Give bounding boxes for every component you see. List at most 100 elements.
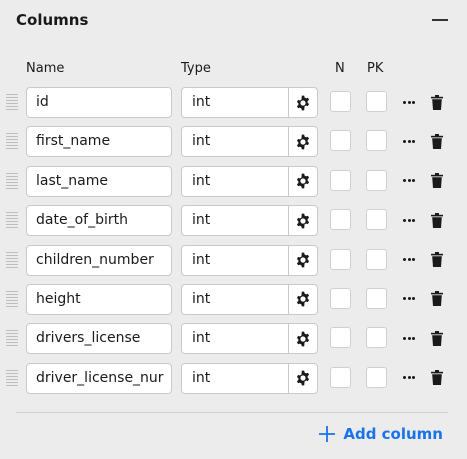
column-name-input[interactable]: last_name: [26, 165, 172, 197]
column-name-input[interactable]: date_of_birth: [26, 205, 172, 237]
column-row: drivers_license int: [0, 323, 467, 355]
delete-column-button[interactable]: [428, 171, 446, 191]
column-name-input[interactable]: id: [26, 87, 172, 118]
column-type-field: int: [181, 165, 318, 197]
more-options-button[interactable]: [399, 289, 419, 309]
column-row: date_of_birth int: [0, 205, 467, 237]
drag-handle-icon[interactable]: [6, 330, 18, 347]
more-options-button[interactable]: [399, 92, 419, 112]
primary-key-checkbox[interactable]: [366, 130, 387, 152]
drag-handle-icon[interactable]: [6, 290, 18, 308]
primary-key-checkbox[interactable]: [366, 327, 387, 349]
nullable-checkbox[interactable]: [330, 169, 351, 191]
drag-handle-icon[interactable]: [6, 133, 18, 150]
gear-icon: [295, 370, 311, 386]
column-type-input[interactable]: int: [182, 246, 288, 275]
column-type-input[interactable]: int: [182, 285, 288, 314]
type-settings-button[interactable]: [288, 284, 317, 314]
column-type-input[interactable]: int: [182, 88, 288, 117]
drag-handle-icon[interactable]: [6, 369, 18, 387]
type-settings-button[interactable]: [288, 206, 317, 236]
nullable-checkbox[interactable]: [330, 248, 351, 270]
nullable-checkbox[interactable]: [330, 130, 351, 152]
column-type-input[interactable]: int: [182, 206, 288, 235]
drag-handle-icon[interactable]: [6, 94, 18, 111]
more-horizontal-icon: [402, 218, 415, 222]
trash-icon: [431, 94, 443, 110]
more-options-button[interactable]: [399, 171, 419, 191]
column-type-field: int: [181, 283, 318, 315]
collapse-button[interactable]: [429, 9, 451, 31]
more-options-button[interactable]: [399, 210, 419, 230]
column-rows: id int first_name int last_name int date_of_bi…: [0, 87, 467, 402]
type-settings-button[interactable]: [288, 324, 317, 354]
delete-column-button[interactable]: [428, 92, 446, 112]
primary-key-checkbox[interactable]: [366, 366, 387, 388]
type-settings-button[interactable]: [288, 127, 317, 157]
column-type-field: int: [181, 362, 318, 394]
header-primary-key: PK: [367, 61, 384, 76]
type-settings-button[interactable]: [288, 88, 317, 117]
drag-handle-icon[interactable]: [6, 172, 18, 190]
nullable-checkbox[interactable]: [330, 287, 351, 309]
more-options-button[interactable]: [399, 368, 419, 388]
header-nullable: N: [335, 61, 345, 76]
column-type-input[interactable]: int: [182, 167, 288, 196]
column-type-input[interactable]: int: [182, 324, 288, 353]
gear-icon: [295, 331, 311, 347]
column-name-input[interactable]: first_name: [26, 126, 172, 158]
add-column-button[interactable]: Add column: [318, 423, 443, 445]
nullable-checkbox[interactable]: [330, 91, 351, 112]
more-horizontal-icon: [402, 376, 415, 380]
column-name-input[interactable]: drivers_license: [26, 323, 172, 355]
more-options-button[interactable]: [399, 250, 419, 270]
minus-icon: [432, 19, 448, 21]
column-row: last_name int: [0, 165, 467, 197]
gear-icon: [295, 291, 311, 307]
add-column-label: Add column: [343, 425, 443, 443]
primary-key-checkbox[interactable]: [366, 248, 387, 270]
delete-column-button[interactable]: [428, 289, 446, 309]
type-settings-button[interactable]: [288, 363, 317, 393]
more-options-button[interactable]: [399, 328, 419, 348]
column-type-input[interactable]: int: [182, 364, 288, 393]
type-settings-button[interactable]: [288, 166, 317, 196]
column-name-input[interactable]: children_number: [26, 244, 172, 276]
delete-column-button[interactable]: [428, 328, 446, 348]
primary-key-checkbox[interactable]: [366, 287, 387, 309]
type-settings-button[interactable]: [288, 245, 317, 275]
primary-key-checkbox[interactable]: [366, 169, 387, 191]
trash-icon: [431, 291, 443, 307]
more-options-button[interactable]: [399, 131, 419, 151]
delete-column-button[interactable]: [428, 368, 446, 388]
primary-key-checkbox[interactable]: [366, 91, 387, 112]
drag-handle-icon[interactable]: [6, 212, 18, 229]
column-type-field: int: [181, 126, 318, 158]
nullable-checkbox[interactable]: [330, 366, 351, 388]
column-row: children_number int: [0, 244, 467, 276]
delete-column-button[interactable]: [428, 210, 446, 230]
delete-column-button[interactable]: [428, 250, 446, 270]
gear-icon: [295, 213, 311, 229]
divider: [16, 412, 448, 413]
column-name-input[interactable]: height: [26, 283, 172, 315]
header-type: Type: [181, 61, 211, 76]
column-name-input[interactable]: driver_license_nur: [26, 362, 172, 394]
column-type-input[interactable]: int: [182, 127, 288, 156]
columns-panel: Columns Name Type N PK id int first_name in…: [0, 0, 467, 459]
gear-icon: [295, 95, 311, 111]
more-horizontal-icon: [402, 179, 415, 183]
more-horizontal-icon: [402, 139, 415, 143]
nullable-checkbox[interactable]: [330, 209, 351, 231]
panel-title: Columns: [16, 11, 89, 29]
column-row: height int: [0, 283, 467, 315]
nullable-checkbox[interactable]: [330, 327, 351, 349]
trash-icon: [431, 370, 443, 386]
more-horizontal-icon: [402, 297, 415, 301]
more-horizontal-icon: [402, 100, 415, 104]
more-horizontal-icon: [402, 258, 415, 262]
delete-column-button[interactable]: [428, 131, 446, 151]
primary-key-checkbox[interactable]: [366, 209, 387, 231]
drag-handle-icon[interactable]: [6, 251, 18, 269]
trash-icon: [431, 252, 443, 268]
